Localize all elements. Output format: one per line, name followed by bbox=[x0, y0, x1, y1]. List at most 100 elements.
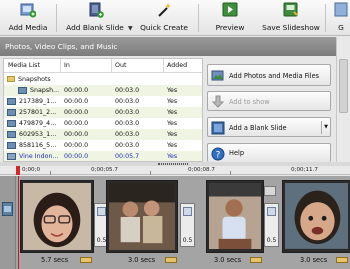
column-divider[interactable] bbox=[60, 59, 61, 73]
ruler-tick bbox=[150, 171, 151, 175]
splitter-grip[interactable] bbox=[158, 163, 188, 165]
blank-slide-icon bbox=[211, 121, 225, 135]
save-slideshow-icon bbox=[283, 2, 298, 17]
cell-name: Snapshots bbox=[18, 76, 51, 83]
add-photos-label: Add Photos and Media Files bbox=[229, 72, 320, 80]
cell-added: Yes bbox=[167, 142, 178, 149]
clip-duration[interactable]: 3.0 secs bbox=[300, 256, 327, 264]
help-button[interactable]: ? Help bbox=[207, 143, 331, 162]
add-blank-slide-button[interactable]: Add Blank Slide bbox=[64, 2, 126, 35]
cell-added: Yes bbox=[167, 109, 178, 116]
preview-label: Preview bbox=[215, 23, 245, 32]
panel-scrollbar[interactable] bbox=[336, 37, 350, 162]
toolbar-overflow-button[interactable]: G bbox=[332, 2, 350, 35]
cell-in: 00:00.0 bbox=[64, 153, 89, 160]
clip-duration[interactable]: 3.0 secs bbox=[128, 256, 155, 264]
folder-icon bbox=[7, 76, 15, 82]
chevron-down-icon[interactable]: ▼ bbox=[128, 25, 133, 32]
column-header-out[interactable]: Out bbox=[115, 62, 126, 69]
table-row[interactable]: Snapshots bbox=[4, 74, 202, 85]
duration-edit-icon[interactable] bbox=[250, 257, 262, 263]
transition-link-icon[interactable] bbox=[264, 186, 276, 196]
timeline-clip[interactable] bbox=[282, 180, 350, 253]
media-list-table[interactable]: Media List In Out Added Snapshots Snapsh… bbox=[3, 58, 203, 162]
add-media-icon bbox=[20, 3, 36, 18]
table-row[interactable]: 858116_5... 00:00.0 00:03.0 Yes bbox=[4, 140, 202, 151]
column-header-in[interactable]: In bbox=[64, 62, 70, 69]
toolbar-divider bbox=[325, 4, 326, 32]
duration-edit-icon[interactable] bbox=[165, 257, 177, 263]
toolbar-divider bbox=[56, 4, 57, 32]
timeline-clip[interactable] bbox=[20, 180, 94, 253]
clip-duration[interactable]: 5.7 secs bbox=[41, 256, 68, 264]
timeline-track[interactable]: 0.5 5.7 secs 0.5 3.0 secs 0.5 3.0 secs 3… bbox=[0, 176, 350, 269]
cell-name: 858116_5... bbox=[19, 142, 57, 149]
transition-duration: 0.5 bbox=[266, 237, 277, 244]
cell-name: 257801_2... bbox=[19, 109, 57, 116]
cell-added: Yes bbox=[167, 98, 178, 105]
table-row[interactable]: Vine Indon... 00:00.0 00:05.7 Yes bbox=[4, 151, 202, 161]
chevron-down-icon[interactable]: ▼ bbox=[321, 121, 328, 134]
add-media-button[interactable]: Add Media bbox=[6, 2, 50, 35]
image-thumbnail-icon bbox=[18, 87, 27, 94]
column-divider[interactable] bbox=[111, 59, 112, 73]
photos-icon bbox=[211, 70, 224, 81]
scrollbar-thumb[interactable] bbox=[339, 59, 348, 113]
blank-slide-icon bbox=[89, 2, 104, 18]
preview-button[interactable]: Preview bbox=[210, 2, 250, 35]
table-row[interactable]: 257801_2... 00:00.0 00:03.0 Yes bbox=[4, 107, 202, 118]
add-photos-button[interactable]: Add Photos and Media Files bbox=[207, 64, 331, 86]
table-row[interactable]: 479879_4... 00:00.0 00:03.0 Yes bbox=[4, 118, 202, 129]
film-strip-icon bbox=[2, 202, 13, 216]
cell-added: Yes bbox=[167, 87, 178, 94]
add-to-show-button[interactable]: Add to show bbox=[207, 91, 331, 111]
cell-name: 602953_1... bbox=[19, 131, 57, 138]
timeline-ruler[interactable]: 0;00;0 0;00;05.7 0;00;08.7 0;00;11.7 bbox=[0, 166, 350, 175]
preview-icon bbox=[222, 2, 238, 17]
image-thumbnail-icon bbox=[7, 142, 16, 149]
duration-edit-icon[interactable] bbox=[336, 257, 348, 263]
cell-in: 00:00.0 bbox=[64, 87, 89, 94]
cell-in: 00:00.0 bbox=[64, 142, 89, 149]
column-header-added[interactable]: Added bbox=[167, 62, 187, 69]
track-header bbox=[0, 176, 16, 269]
transition-box[interactable]: 0.5 bbox=[180, 203, 195, 247]
timeline-clip[interactable] bbox=[206, 180, 264, 253]
cell-out: 00:03.0 bbox=[115, 120, 140, 127]
add-blank-slide-label: Add Blank Slide bbox=[66, 23, 124, 32]
arrow-down-icon bbox=[211, 95, 225, 108]
playhead-line bbox=[18, 176, 19, 269]
image-thumbnail-icon bbox=[7, 131, 16, 138]
timeline-clip[interactable] bbox=[106, 180, 178, 253]
add-blank-slide-panel-button[interactable]: Add a Blank Slide ▼ bbox=[207, 117, 331, 137]
duration-edit-icon[interactable] bbox=[80, 257, 92, 263]
column-divider[interactable] bbox=[163, 59, 164, 73]
ruler-label: 0;00;0 bbox=[22, 167, 41, 173]
column-header-media-list[interactable]: Media List bbox=[8, 62, 40, 69]
playhead-marker[interactable] bbox=[16, 166, 20, 175]
clip-thumbnail bbox=[209, 183, 261, 250]
clip-thumbnail bbox=[23, 183, 91, 251]
transition-box[interactable]: 0.5 bbox=[264, 203, 279, 247]
table-row[interactable]: 602953_1... 00:00.0 00:03.0 Yes bbox=[4, 129, 202, 140]
ruler-label: 0;00;08.7 bbox=[188, 167, 215, 173]
cell-out: 00:03.0 bbox=[115, 131, 140, 138]
cell-out: 00:03.0 bbox=[115, 98, 140, 105]
help-label: Help bbox=[229, 149, 245, 157]
transition-icon bbox=[183, 207, 192, 216]
section-title: Photos, Video Clips, and Music bbox=[0, 37, 336, 56]
overflow-label: G bbox=[338, 23, 344, 32]
quick-create-button[interactable]: Quick Create bbox=[140, 2, 188, 35]
ruler-tick bbox=[230, 171, 231, 175]
table-row[interactable]: 217389_1... 00:00.0 00:03.0 Yes bbox=[4, 96, 202, 107]
save-slideshow-button[interactable]: Save Slideshow bbox=[262, 2, 320, 35]
table-row[interactable]: Snapsh... 00:00.0 00:03.0 Yes bbox=[4, 85, 202, 96]
image-thumbnail-icon bbox=[7, 98, 16, 105]
magic-wand-icon bbox=[158, 3, 171, 17]
clip-thumbnail bbox=[109, 183, 175, 250]
media-list-header: Media List In Out Added bbox=[4, 59, 202, 73]
quick-create-label: Quick Create bbox=[140, 23, 188, 32]
ruler-tick bbox=[50, 171, 51, 175]
clip-duration[interactable]: 3.0 secs bbox=[214, 256, 241, 264]
transition-icon bbox=[97, 207, 106, 216]
